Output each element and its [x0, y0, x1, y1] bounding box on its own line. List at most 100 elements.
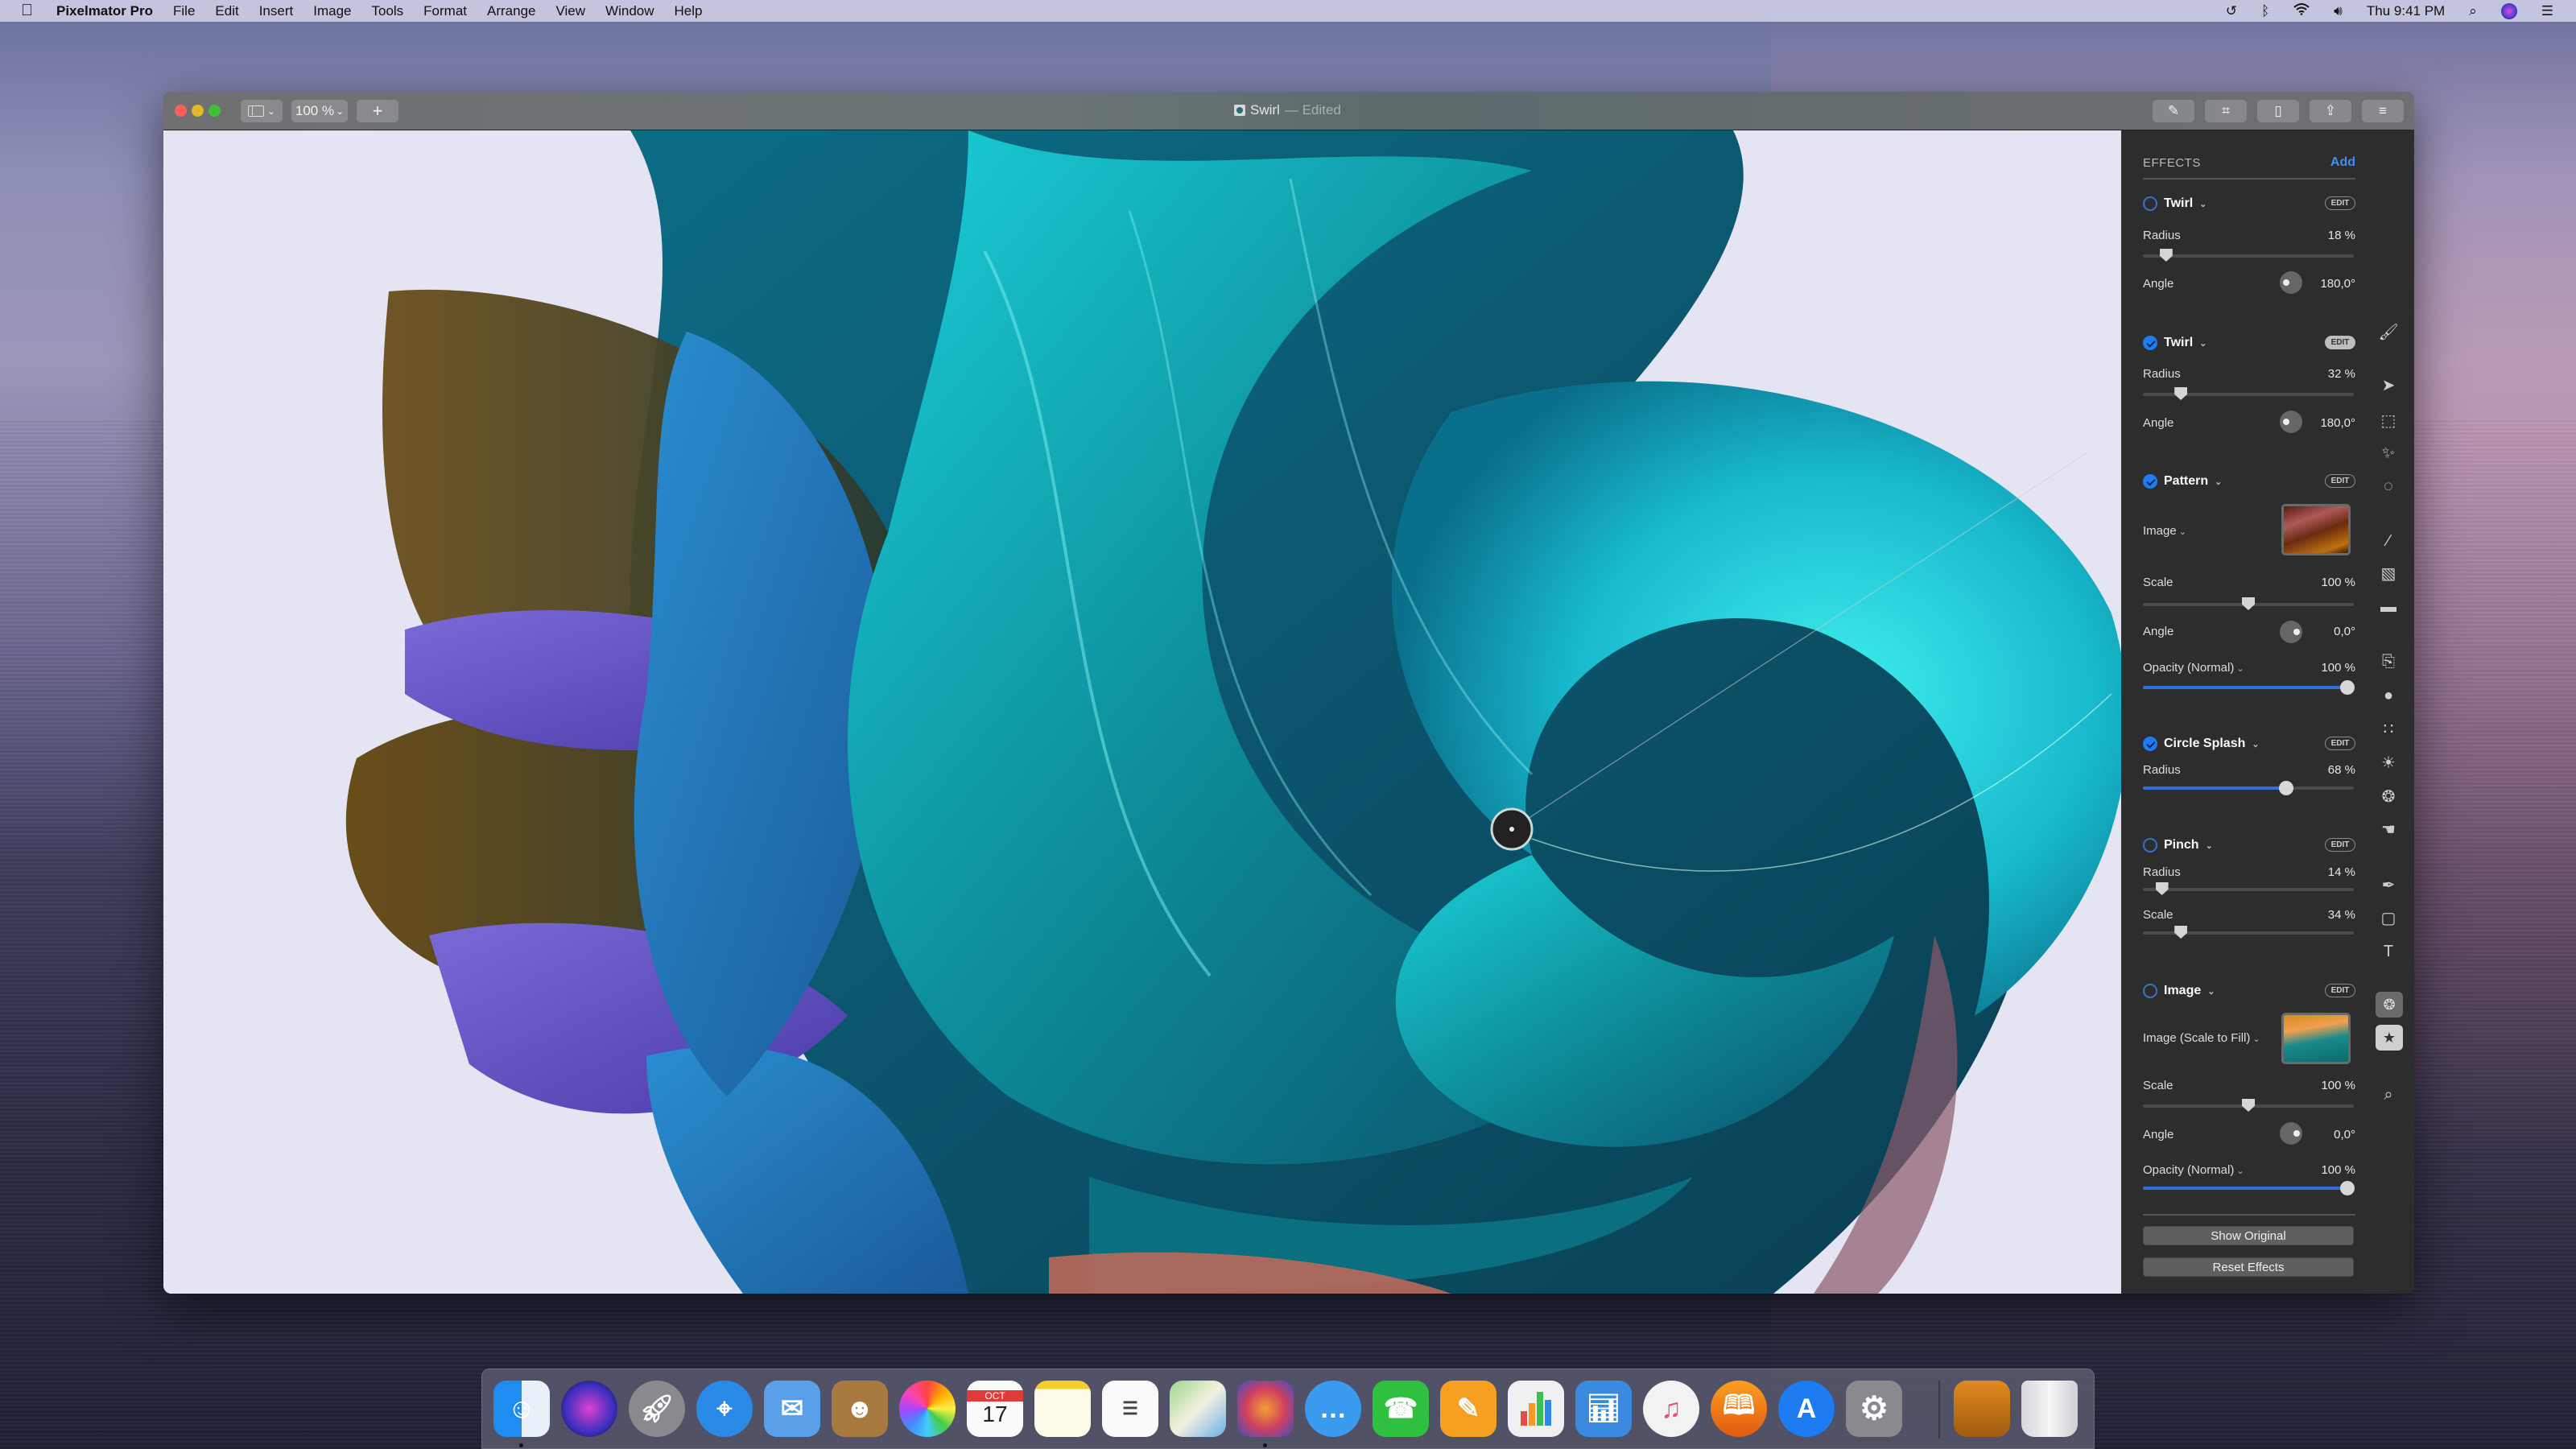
scale-slider[interactable] [2143, 926, 2354, 939]
effect-toggle-checkbox[interactable] [2143, 838, 2157, 852]
menu-window[interactable]: Window [605, 3, 654, 19]
chevron-down-icon[interactable]: ⌄ [2234, 664, 2244, 674]
safari-icon[interactable]: ⌖ [696, 1381, 753, 1437]
effect-toggle-checkbox[interactable] [2143, 336, 2157, 350]
edit-button[interactable]: EDIT [2325, 838, 2355, 852]
rectangular-selection-icon[interactable]: ⬚ [2379, 411, 2398, 430]
effect-name[interactable]: Twirl [2164, 196, 2193, 211]
close-button[interactable] [175, 105, 187, 117]
slider-thumb[interactable] [2340, 1181, 2355, 1195]
quick-selection-icon[interactable]: ◌ [2379, 477, 2398, 496]
edit-button[interactable]: EDIT [2325, 737, 2355, 750]
time-machine-icon[interactable]: ↺ [2226, 3, 2237, 19]
effect-name[interactable]: Pinch [2164, 838, 2199, 852]
slider-thumb[interactable] [2279, 781, 2294, 795]
crop-button[interactable]: ⌗ [2205, 100, 2247, 122]
mail-icon[interactable]: ✉ [764, 1381, 820, 1437]
bluetooth-icon[interactable]: ᛒ [2261, 3, 2269, 19]
minimize-button[interactable] [192, 105, 204, 117]
radius-slider[interactable] [2143, 387, 2354, 400]
warp-icon[interactable]: ☚ [2379, 819, 2398, 839]
zoom-icon[interactable]: ⌕ [2379, 1085, 2398, 1104]
image-canvas[interactable] [163, 130, 2121, 1294]
zoom-level-dropdown[interactable]: 100 % ⌄ [291, 100, 348, 122]
effect-toggle-checkbox[interactable] [2143, 474, 2157, 489]
effect-name[interactable]: Twirl [2164, 336, 2193, 350]
scale-slider[interactable] [2143, 1099, 2354, 1112]
image-fill-mode-dropdown[interactable]: Image (Scale to Fill) [2143, 1031, 2250, 1045]
notes-icon[interactable] [1034, 1381, 1091, 1437]
image-well[interactable] [2281, 1013, 2351, 1064]
arrange-icon[interactable]: ➤ [2379, 375, 2398, 394]
numbers-icon[interactable] [1508, 1381, 1564, 1437]
itunes-icon[interactable]: ♫ [1643, 1381, 1699, 1437]
type-icon[interactable]: T [2379, 942, 2398, 961]
menu-help[interactable]: Help [675, 3, 703, 19]
pen-tool-button[interactable]: ✎ [2153, 100, 2194, 122]
chevron-down-icon[interactable]: ⌄ [2177, 527, 2186, 537]
add-button[interactable]: + [357, 100, 398, 122]
slider-thumb[interactable] [2174, 387, 2188, 400]
edit-button[interactable]: EDIT [2325, 474, 2355, 488]
launchpad-icon[interactable]: 🚀︎ [629, 1381, 685, 1437]
downloads-stack-icon[interactable] [1954, 1381, 2010, 1437]
slider-thumb[interactable] [2242, 597, 2255, 610]
keynote-icon[interactable]: 📊︎ [1575, 1381, 1632, 1437]
slider-thumb[interactable] [2340, 680, 2355, 695]
app-store-icon[interactable]: A [1778, 1381, 1835, 1437]
paint-icon[interactable]: ∕ [2379, 531, 2398, 551]
angle-knob[interactable] [2280, 271, 2302, 294]
edit-button[interactable]: EDIT [2325, 984, 2355, 997]
trash-icon[interactable] [2021, 1381, 2078, 1437]
slider-thumb[interactable] [2174, 926, 2188, 939]
effect-name[interactable]: Pattern [2164, 474, 2208, 489]
chevron-down-icon[interactable]: ⌄ [2199, 338, 2207, 349]
adjustments-button[interactable]: ≡ [2362, 100, 2404, 122]
maps-icon[interactable] [1170, 1381, 1226, 1437]
system-preferences-icon[interactable]: ⚙ [1846, 1381, 1902, 1437]
effect-toggle-checkbox[interactable] [2143, 984, 2157, 998]
radius-slider[interactable] [2143, 882, 2354, 895]
angle-knob[interactable] [2280, 411, 2302, 433]
opacity-blend-dropdown[interactable]: Opacity (Normal) [2143, 661, 2234, 675]
siri-icon[interactable] [561, 1381, 617, 1437]
apple-icon[interactable]:  [21, 2, 35, 20]
photos-icon[interactable] [899, 1381, 956, 1437]
add-effect-button[interactable]: Add [2330, 155, 2355, 170]
contacts-icon[interactable]: ☻ [832, 1381, 888, 1437]
menu-edit[interactable]: Edit [215, 3, 238, 19]
opacity-slider[interactable] [2143, 1181, 2355, 1195]
effect-toggle-checkbox[interactable] [2143, 196, 2157, 211]
lighten-icon[interactable]: ☀ [2379, 753, 2398, 772]
radius-slider[interactable] [2143, 781, 2354, 795]
messages-icon[interactable]: … [1305, 1381, 1361, 1437]
slider-thumb[interactable] [2242, 1099, 2255, 1112]
pattern-image-well[interactable] [2281, 504, 2351, 555]
chevron-down-icon[interactable]: ⌄ [2207, 986, 2215, 997]
effects-icon[interactable]: ★ [2376, 1025, 2403, 1051]
scale-slider[interactable] [2143, 597, 2354, 610]
menu-view[interactable]: View [556, 3, 586, 19]
effect-name[interactable]: Image [2164, 984, 2201, 998]
siri-icon[interactable] [2500, 2, 2517, 19]
menu-insert[interactable]: Insert [259, 3, 294, 19]
fill-icon[interactable]: ▧ [2379, 564, 2398, 583]
pixelmator-pro-icon[interactable] [1237, 1381, 1294, 1437]
menu-tools[interactable]: Tools [371, 3, 403, 19]
volume-icon[interactable]: 🔊︎ [2334, 3, 2343, 19]
show-original-button[interactable]: Show Original [2143, 1226, 2354, 1245]
chevron-down-icon[interactable]: ⌄ [2234, 1166, 2244, 1176]
opacity-blend-dropdown[interactable]: Opacity (Normal) [2143, 1163, 2234, 1177]
repair-icon[interactable]: ⎘ [2379, 652, 2398, 671]
radius-slider[interactable] [2143, 249, 2354, 262]
menu-image[interactable]: Image [313, 3, 351, 19]
color-adjust-icon[interactable]: ❂ [2379, 786, 2398, 806]
reset-effects-button[interactable]: Reset Effects [2143, 1257, 2354, 1277]
spotlight-icon[interactable]: ⌕ [2469, 3, 2477, 19]
menu-format[interactable]: Format [423, 3, 467, 19]
slider-thumb[interactable] [2159, 249, 2173, 262]
slider-thumb[interactable] [2155, 882, 2169, 895]
effect-name[interactable]: Circle Splash [2164, 737, 2245, 751]
facetime-icon[interactable]: ☎ [1373, 1381, 1429, 1437]
sidebar-toggle-button[interactable]: ⌄ [241, 100, 283, 122]
